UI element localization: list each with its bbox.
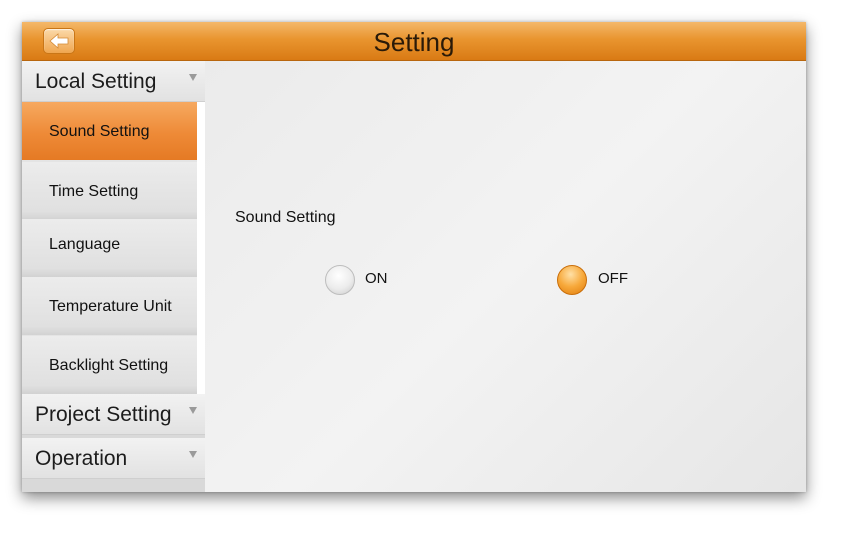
back-arrow-icon (49, 33, 69, 49)
sidebar-section-label: Project Setting (35, 403, 172, 426)
submenu-scrollbar[interactable] (197, 102, 205, 394)
page-title: Setting (373, 27, 455, 57)
sidebar-section-label: Operation (35, 447, 128, 470)
chevron-down-icon (189, 451, 197, 458)
sidebar-section-local-setting[interactable]: Local Setting (22, 61, 205, 102)
local-setting-submenu: Sound Setting Time Setting Language Temp… (22, 102, 197, 394)
section-heading: Sound Setting (235, 209, 336, 226)
chevron-down-icon (189, 74, 197, 81)
sound-on-radio[interactable] (325, 265, 355, 295)
sidebar-section-label: Local Setting (35, 70, 157, 93)
title-bar: Setting (22, 22, 806, 61)
sidebar-item-sound-setting[interactable]: Sound Setting (22, 102, 197, 160)
settings-window: Setting Local Setting Sound Setting Time… (22, 22, 806, 492)
sidebar-item-label: Sound Setting (49, 123, 150, 140)
sidebar-item-label: Time Setting (49, 183, 139, 200)
sidebar-item-label: Language (49, 236, 121, 253)
sidebar-item-time-setting[interactable]: Time Setting (22, 162, 197, 220)
back-button[interactable] (43, 28, 75, 54)
sidebar-section-operation[interactable]: Operation (22, 438, 205, 479)
sidebar-item-language[interactable]: Language (22, 219, 197, 277)
sidebar-item-label: Temperature Unit (49, 298, 172, 315)
sound-off-label: OFF (598, 270, 628, 287)
sidebar-item-temperature-unit[interactable]: Temperature Unit (22, 277, 197, 335)
main-content: Sound Setting ON OFF (205, 61, 806, 492)
sidebar-item-backlight-setting[interactable]: Backlight Setting (22, 336, 197, 394)
sound-on-label: ON (365, 270, 388, 287)
chevron-down-icon (189, 407, 197, 414)
sound-off-radio[interactable] (557, 265, 587, 295)
sidebar-section-project-setting[interactable]: Project Setting (22, 394, 205, 435)
sidebar-item-label: Backlight Setting (49, 357, 169, 374)
sidebar: Local Setting Sound Setting Time Setting… (22, 61, 205, 492)
